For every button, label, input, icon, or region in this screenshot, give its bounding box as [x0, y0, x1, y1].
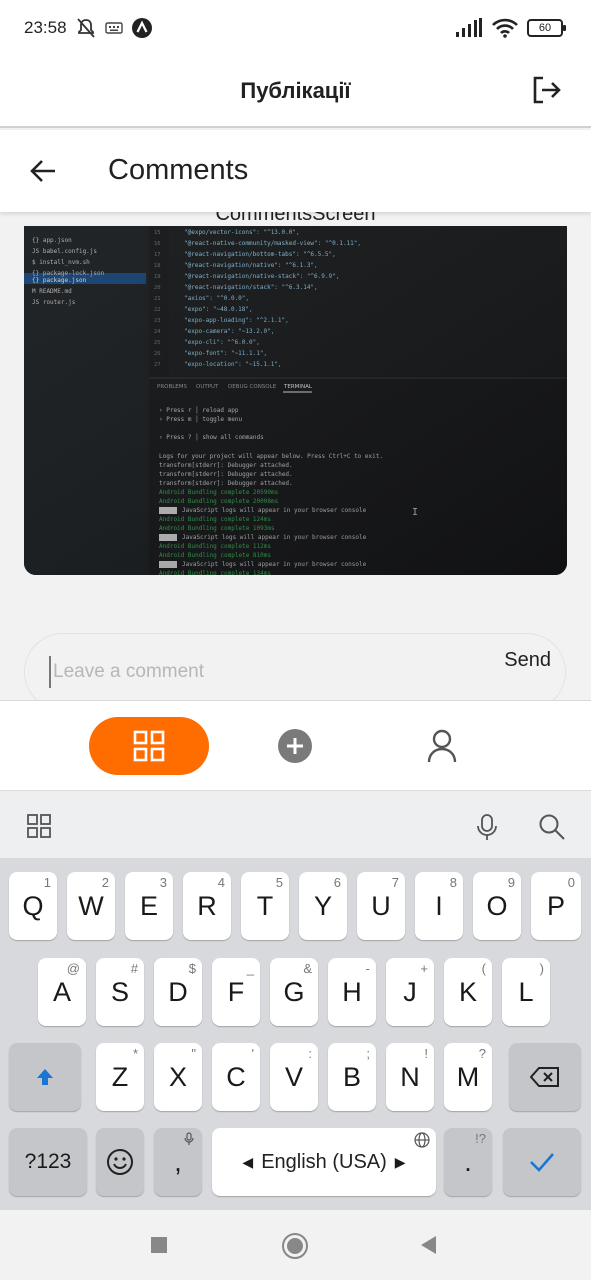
key-c[interactable]: C ' [212, 1043, 260, 1111]
keyboard-apps-button[interactable] [26, 813, 54, 841]
enter-key[interactable] [503, 1128, 581, 1196]
key-o[interactable]: O9 [473, 872, 521, 940]
app-header: Публікації [0, 56, 591, 128]
key-d[interactable]: D $ [154, 958, 202, 1026]
post-photo: {} app.json JS babel.config.js $ install… [24, 226, 567, 575]
key-p[interactable]: P0 [531, 872, 581, 940]
checkmark-icon [530, 1153, 554, 1172]
language-prev-icon: ◀ [242, 1153, 254, 1170]
square-icon [151, 1237, 167, 1253]
comma-key[interactable]: , [154, 1128, 202, 1196]
send-button[interactable]: Send [504, 649, 551, 672]
keyboard-search-button[interactable] [538, 813, 566, 841]
logout-button[interactable] [531, 74, 563, 106]
key-q[interactable]: Q1 [9, 872, 57, 940]
smiley-icon [107, 1149, 133, 1175]
code-editor-photo: {} app.json JS babel.config.js $ install… [24, 226, 567, 575]
key-j[interactable]: J + [386, 958, 434, 1026]
comments-title: Comments [108, 154, 249, 186]
status-bar: 23:58 60 [0, 0, 591, 56]
period-key[interactable]: . !? [444, 1128, 492, 1196]
keyboard-toolbar [0, 790, 591, 858]
comment-input[interactable] [49, 656, 469, 688]
triangle-back-icon [421, 1236, 436, 1254]
key-h[interactable]: H- [328, 958, 376, 1026]
signal-icon [456, 18, 482, 37]
language-next-icon: ▶ [394, 1153, 406, 1170]
key-n[interactable]: N! [386, 1043, 434, 1111]
app-a-icon [131, 18, 152, 38]
key-e[interactable]: E3 [125, 872, 173, 940]
recent-apps-button[interactable] [146, 1232, 174, 1260]
key-b[interactable]: B; [328, 1043, 376, 1111]
battery-icon: 60 [527, 19, 566, 37]
mute-icon [76, 18, 95, 38]
system-nav-bar [0, 1210, 591, 1280]
key-x[interactable]: X " [154, 1043, 202, 1111]
comments-header: Comments [0, 130, 591, 212]
search-icon [539, 814, 565, 840]
apps-grid-icon [27, 814, 51, 838]
status-time: 23:58 [24, 18, 67, 37]
backspace-icon [530, 1067, 559, 1087]
key-i[interactable]: I8 [415, 872, 463, 940]
microphone-icon [477, 814, 497, 840]
key-k[interactable]: K( [444, 958, 492, 1026]
keyboard: Q1 W2 E3 R4 T5 Y6 U7 I8 O9 P0 A @ S # D $ F… [0, 858, 591, 1210]
circle-icon [282, 1233, 308, 1259]
microphone-small-icon [184, 1132, 194, 1145]
shift-arrow-icon [37, 1069, 53, 1085]
key-l[interactable]: L) [502, 958, 550, 1026]
user-icon [427, 729, 457, 763]
key-t[interactable]: T5 [241, 872, 289, 940]
bottom-tab-bar [0, 700, 591, 790]
arrow-left-icon [30, 160, 55, 182]
battery-level: 60 [538, 22, 552, 34]
key-f[interactable]: F _ [212, 958, 260, 1026]
plus-circle-icon [278, 729, 312, 763]
key-a[interactable]: A @ [38, 958, 86, 1026]
key-r[interactable]: R4 [183, 872, 231, 940]
key-z[interactable]: Z * [96, 1043, 144, 1111]
backspace-key[interactable] [509, 1043, 581, 1111]
key-g[interactable]: G & [270, 958, 318, 1026]
logout-icon [533, 76, 561, 104]
emoji-key[interactable] [96, 1128, 144, 1196]
keyboard-icon [104, 22, 123, 34]
shift-key[interactable] [9, 1043, 81, 1111]
grid-icon [133, 730, 165, 762]
key-s[interactable]: S # [96, 958, 144, 1026]
symbols-key[interactable]: ?123 [9, 1128, 87, 1196]
voice-input-button[interactable] [474, 813, 502, 841]
key-w[interactable]: W2 [67, 872, 115, 940]
key-m[interactable]: M? [444, 1043, 492, 1111]
tab-posts[interactable] [89, 717, 209, 775]
key-y[interactable]: Y6 [299, 872, 347, 940]
space-key[interactable]: ◀ English (USA) ▶ [212, 1128, 436, 1196]
tab-create-post[interactable] [277, 728, 313, 764]
tab-profile[interactable] [426, 728, 458, 764]
back-button[interactable] [26, 154, 60, 188]
back-nav-button[interactable] [416, 1232, 444, 1260]
page-title: Публікації [240, 78, 351, 103]
wifi-icon [492, 18, 518, 38]
globe-icon [414, 1132, 430, 1148]
key-v[interactable]: V: [270, 1043, 318, 1111]
home-button[interactable] [281, 1232, 309, 1260]
key-u[interactable]: U7 [357, 872, 405, 940]
